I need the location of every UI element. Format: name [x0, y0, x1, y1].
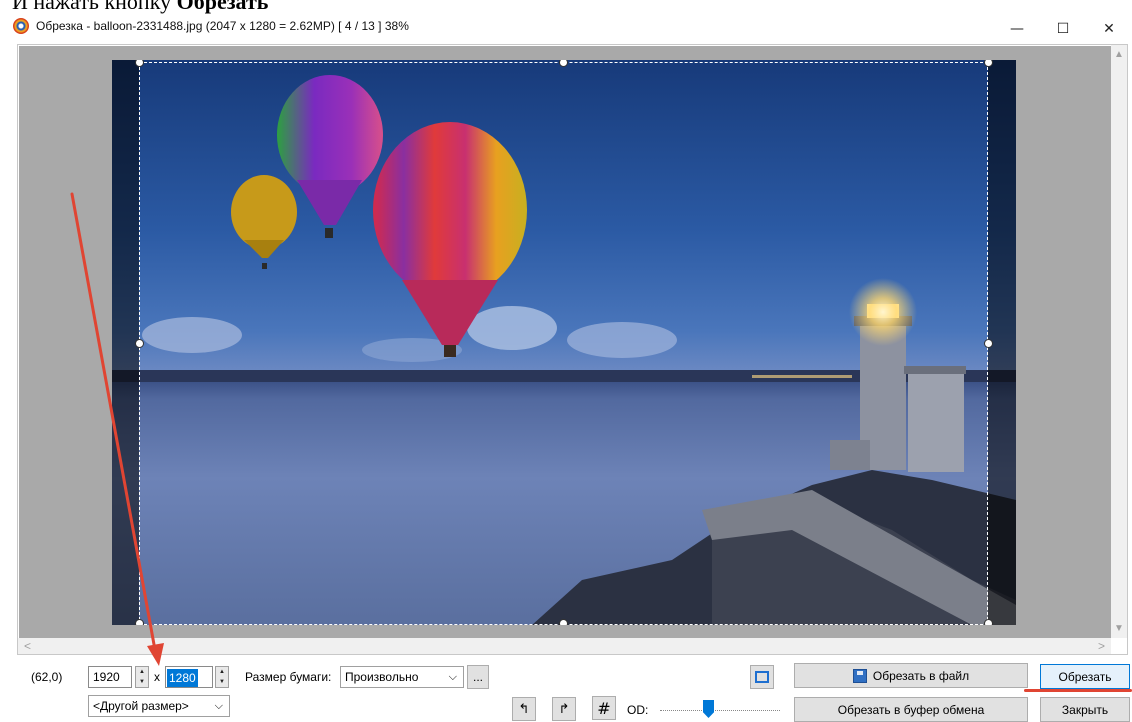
crop-height-stepper[interactable]: ▲ ▼: [215, 666, 229, 688]
scroll-left-icon[interactable]: <: [24, 639, 31, 653]
close-window-button[interactable]: ✕: [1086, 14, 1132, 44]
crop-height-value: 1280: [167, 669, 198, 687]
title-bar: Обрезка - balloon-2331488.jpg (2047 x 12…: [0, 14, 1132, 44]
crop-to-clipboard-button[interactable]: Обрезать в буфер обмена: [794, 697, 1028, 722]
photo: [112, 60, 1016, 625]
od-label: OD:: [627, 703, 649, 717]
vertical-scrollbar[interactable]: ▲ ▼: [1111, 45, 1127, 638]
paper-size-value: Произвольно: [345, 670, 419, 684]
scroll-up-icon[interactable]: ▲: [1114, 49, 1124, 60]
preset-size-select[interactable]: <Другой размер> ⌵: [88, 695, 230, 717]
annotation-underline: [1024, 689, 1132, 692]
rotate-left-button[interactable]: ↰: [512, 697, 536, 721]
crop-height-input[interactable]: 1280: [165, 666, 213, 688]
document-heading-text: И нажать кнопку: [12, 0, 177, 14]
crop-handle-bottom-left[interactable]: [135, 619, 144, 625]
crop-handle-bottom-right[interactable]: [984, 619, 993, 625]
document-heading: И нажать кнопку Обрезать: [12, 0, 268, 14]
od-slider-track[interactable]: [660, 710, 780, 711]
paper-size-label: Размер бумаги:: [245, 670, 332, 684]
crop-position: (62,0): [31, 670, 63, 684]
rotate-left-icon: ↰: [518, 701, 530, 717]
crop-selection[interactable]: [139, 62, 988, 625]
dimension-separator: x: [154, 670, 160, 684]
chevron-down-icon: ⌵: [448, 670, 457, 683]
document-heading-bold: Обрезать: [176, 0, 269, 14]
rotate-right-icon: ↱: [558, 701, 570, 717]
crop-width-stepper[interactable]: ▲ ▼: [135, 666, 149, 688]
grid-icon: #: [597, 698, 611, 718]
crop-to-file-button[interactable]: Обрезать в файл: [794, 663, 1028, 688]
close-button[interactable]: Закрыть: [1040, 697, 1130, 722]
save-icon: [852, 668, 867, 683]
chevron-down-icon: ⌵: [214, 699, 223, 712]
crop-button[interactable]: Обрезать: [1040, 664, 1130, 689]
crop-handle-left[interactable]: [135, 339, 144, 348]
od-slider-thumb[interactable]: [703, 700, 714, 718]
preset-size-value: <Другой размер>: [93, 699, 189, 713]
paper-size-select[interactable]: Произвольно ⌵: [340, 666, 464, 688]
crop-handle-right[interactable]: [984, 339, 993, 348]
spin-down-icon[interactable]: ▼: [219, 677, 225, 687]
maximize-button[interactable]: ☐: [1040, 14, 1086, 44]
scroll-down-icon[interactable]: ▼: [1114, 623, 1124, 634]
spin-up-icon[interactable]: ▲: [139, 667, 145, 677]
rotate-right-button[interactable]: ↱: [552, 697, 576, 721]
crop-to-file-label: Обрезать в файл: [872, 668, 970, 683]
paper-size-more-button[interactable]: ...: [467, 665, 489, 689]
crop-handle-bottom[interactable]: [559, 619, 568, 625]
fit-selection-button[interactable]: [750, 665, 774, 689]
grid-toggle-button[interactable]: #: [592, 696, 616, 720]
image-viewport[interactable]: ▲ ▼ < >: [17, 44, 1128, 655]
fit-selection-icon: [755, 671, 769, 683]
spin-down-icon[interactable]: ▼: [139, 677, 145, 687]
window-title: Обрезка - balloon-2331488.jpg (2047 x 12…: [36, 19, 409, 33]
image-canvas[interactable]: [19, 46, 1112, 638]
scroll-right-icon[interactable]: >: [1098, 639, 1105, 653]
crop-width-input[interactable]: 1920: [88, 666, 132, 688]
horizontal-scrollbar[interactable]: < >: [18, 638, 1111, 654]
spin-up-icon[interactable]: ▲: [219, 667, 225, 677]
minimize-button[interactable]: —: [994, 14, 1040, 44]
app-logo-icon: [13, 18, 29, 34]
